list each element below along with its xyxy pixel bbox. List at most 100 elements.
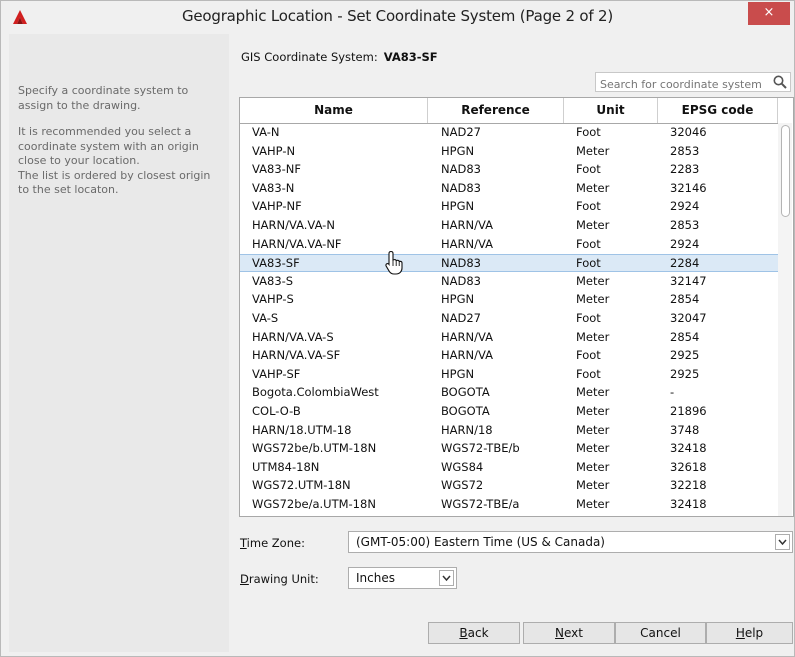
cell-name: HARN/VA.VA-NF <box>252 236 342 251</box>
close-button[interactable]: × <box>748 2 790 25</box>
table-row[interactable]: Bogota.ColombiaWest BOGOTA Meter - <box>240 384 778 402</box>
dialog-window: Geographic Location - Set Coordinate Sys… <box>0 0 795 657</box>
cell-epsg: - <box>670 385 675 400</box>
instructions-intro: Specify a coordinate system to assign to… <box>18 84 189 112</box>
drawing-unit-select[interactable]: Inches <box>348 567 457 589</box>
cell-name: HARN/VA.VA-S <box>252 329 334 344</box>
table-row[interactable]: HARN/VA.VA-SF HARN/VA Foot 2925 <box>240 347 778 365</box>
search-box[interactable] <box>595 72 791 94</box>
cell-epsg: 32047 <box>670 311 707 325</box>
table-row[interactable]: COL-O-B BOGOTA Meter 21896 <box>240 403 778 421</box>
cell-name: VA83-NF <box>252 162 301 177</box>
cell-reference: HARN/VA <box>441 348 493 363</box>
time-zone-label-accel: T <box>240 536 247 550</box>
cell-unit: Foot <box>576 311 601 325</box>
cell-epsg: 2853 <box>670 218 700 232</box>
cell-unit: Meter <box>576 404 610 418</box>
window-title: Geographic Location - Set Coordinate Sys… <box>181 7 614 25</box>
next-button[interactable]: Next <box>523 622 615 644</box>
back-accel: B <box>459 626 468 640</box>
table-row[interactable]: WGS72be/b.UTM-18N WGS72-TBE/b Meter 32418 <box>240 440 778 458</box>
table-row[interactable]: HARN/VA.VA-N HARN/VA Meter 2853 <box>240 217 778 235</box>
cell-epsg: 32618 <box>670 459 707 474</box>
cell-epsg: 2924 <box>670 199 700 214</box>
chevron-down-icon[interactable] <box>439 570 454 586</box>
coordinate-system-table[interactable]: Name Reference Unit EPSG code VA-N NAD27 F… <box>239 97 794 517</box>
table-row[interactable]: VA83-SF NAD83 Foot 2284 <box>240 254 778 273</box>
cell-name: WGS72be/b.UTM-18N <box>252 441 377 456</box>
table-row[interactable]: VA-S NAD27 Foot 32047 <box>240 310 778 328</box>
column-header-unit[interactable]: Unit <box>564 98 658 123</box>
cell-name: VA83-S <box>252 273 294 288</box>
table-row[interactable]: VAHP-N HPGN Meter 2853 <box>240 143 778 161</box>
cell-epsg: 32146 <box>670 180 707 195</box>
cell-reference: HPGN <box>441 199 475 214</box>
cell-unit: Foot <box>576 366 601 381</box>
table-row[interactable]: VA-N NAD27 Foot 32046 <box>240 124 778 142</box>
cell-name: UTM84-18N <box>252 459 320 474</box>
cell-reference: WGS72 <box>441 478 484 493</box>
table-row[interactable]: VAHP-S HPGN Meter 2854 <box>240 291 778 309</box>
gis-label: GIS Coordinate System: <box>241 50 378 64</box>
cell-name: VA-S <box>252 311 279 325</box>
time-zone-select[interactable]: (GMT-05:00) Eastern Time (US & Canada) <box>348 531 793 553</box>
table-row[interactable]: HARN/VA.VA-NF HARN/VA Foot 2924 <box>240 236 778 254</box>
cell-name: Bogota.ColombiaWest <box>252 385 379 400</box>
drawing-unit-label: Drawing Unit: <box>240 572 319 586</box>
table-row[interactable]: HARN/VA.VA-S HARN/VA Meter 2854 <box>240 329 778 347</box>
table-row[interactable]: VAHP-SF HPGN Foot 2925 <box>240 366 778 384</box>
cell-reference: HARN/VA <box>441 236 493 251</box>
chevron-down-icon[interactable] <box>775 534 790 550</box>
table-row[interactable]: VA83-N NAD83 Meter 32146 <box>240 180 778 198</box>
vertical-scrollbar[interactable] <box>778 123 792 516</box>
cell-epsg: 32147 <box>670 273 707 288</box>
cell-unit: Meter <box>576 459 610 474</box>
cell-unit: Meter <box>576 143 610 158</box>
drawing-unit-value: Inches <box>356 571 395 585</box>
table-row[interactable]: WGS72.UTM-18N WGS72 Meter 32218 <box>240 477 778 495</box>
cell-name: COL-O-B <box>252 404 301 418</box>
column-header-epsg[interactable]: EPSG code <box>658 98 778 123</box>
cell-unit: Meter <box>576 329 610 344</box>
table-row[interactable]: WGS72be/a.UTM-18N WGS72-TBE/a Meter 32418 <box>240 496 778 514</box>
cancel-button[interactable]: Cancel <box>615 622 706 644</box>
table-row[interactable]: VAHP-NF HPGN Foot 2924 <box>240 198 778 216</box>
cell-reference: BOGOTA <box>441 404 490 418</box>
column-header-reference[interactable]: Reference <box>428 98 564 123</box>
cell-unit: Foot <box>576 348 601 363</box>
cell-reference: NAD27 <box>441 125 481 139</box>
table-row[interactable]: HARN/18.UTM-18 HARN/18 Meter 3748 <box>240 422 778 440</box>
cell-reference: NAD83 <box>441 256 481 271</box>
cell-reference: HARN/18 <box>441 422 493 437</box>
cell-epsg: 32418 <box>670 497 707 511</box>
table-row[interactable]: UTM84-18N WGS84 Meter 32618 <box>240 459 778 477</box>
cell-name: VA-N <box>252 125 280 139</box>
cell-unit: Foot <box>576 199 601 214</box>
cell-unit: Meter <box>576 180 610 195</box>
search-input[interactable] <box>596 75 772 94</box>
drawing-unit-label-accel: D <box>240 572 249 586</box>
search-icon[interactable] <box>773 75 787 89</box>
cell-name: WGS72be/a.UTM-18N <box>252 497 376 511</box>
scrollbar-thumb[interactable] <box>781 125 790 217</box>
help-accel: H <box>735 626 745 640</box>
cell-epsg: 2925 <box>670 348 700 363</box>
table-row[interactable]: VA83-S NAD83 Meter 32147 <box>240 273 778 291</box>
cell-unit: Meter <box>576 218 610 232</box>
cell-name: WGS72.UTM-18N <box>252 478 351 493</box>
title-bar[interactable]: Geographic Location - Set Coordinate Sys… <box>1 1 794 34</box>
cell-epsg: 2853 <box>670 143 700 158</box>
cell-epsg: 2924 <box>670 236 700 251</box>
cell-name: VAHP-NF <box>252 199 302 214</box>
help-button[interactable]: Help <box>706 622 793 644</box>
cell-unit: Foot <box>576 236 601 251</box>
column-header-name[interactable]: Name <box>240 98 428 123</box>
back-button[interactable]: Back <box>428 622 520 644</box>
table-row[interactable]: VA83-NF NAD83 Foot 2283 <box>240 161 778 179</box>
cell-reference: BOGOTA <box>441 385 490 400</box>
cell-name: VAHP-SF <box>252 366 301 381</box>
cell-name: HARN/VA.VA-N <box>252 218 335 232</box>
cell-epsg: 21896 <box>670 404 707 418</box>
cell-unit: Foot <box>576 256 601 271</box>
time-zone-value: (GMT-05:00) Eastern Time (US & Canada) <box>356 535 605 549</box>
